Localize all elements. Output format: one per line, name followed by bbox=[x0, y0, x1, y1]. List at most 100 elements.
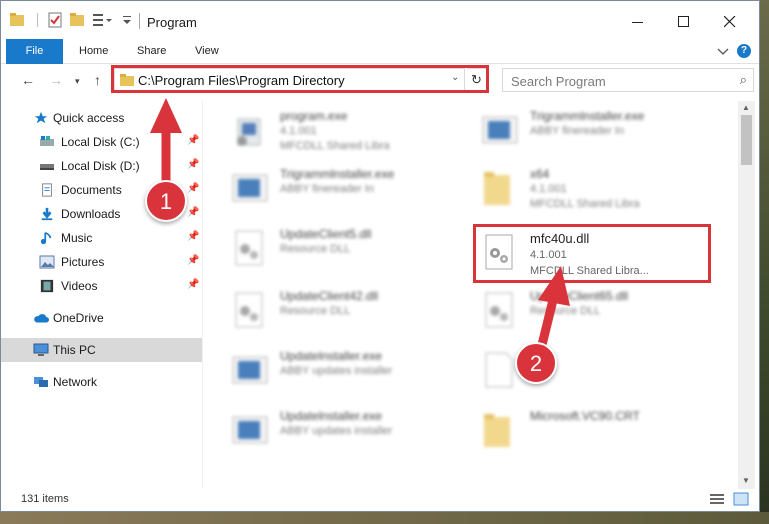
file-item[interactable]: Updatelnstaller.exe ABBY updates install… bbox=[230, 343, 470, 399]
folder-icon[interactable] bbox=[9, 11, 25, 29]
customize-toolbar-icon[interactable] bbox=[121, 11, 133, 29]
sidebar-item-label: Local Disk (C:) bbox=[61, 135, 140, 149]
file-item[interactable]: Trigrammlnstaller.exe ABBY finereader In bbox=[480, 103, 720, 159]
pin-icon[interactable]: 📌 bbox=[187, 255, 199, 266]
installer-icon bbox=[482, 116, 518, 144]
dll-file-icon bbox=[485, 292, 513, 328]
file-name: Trigrammlnstaller.exe bbox=[530, 109, 645, 123]
forward-button[interactable]: → bbox=[49, 72, 63, 88]
sidebar-item-label: Music bbox=[61, 231, 93, 245]
videos-icon bbox=[40, 279, 54, 293]
file-description: MFCDLL Shared Libra bbox=[530, 198, 640, 210]
sidebar-item-network[interactable]: Network bbox=[1, 370, 202, 394]
vertical-scrollbar[interactable]: ▲ ▼ bbox=[738, 101, 755, 489]
sidebar-item-music[interactable]: Music 📌 bbox=[1, 226, 202, 250]
sidebar-item-quick-access[interactable]: Quick access bbox=[1, 106, 202, 130]
download-icon bbox=[41, 207, 53, 221]
file-item[interactable]: Trigrammlnstaller.exe ABBY finereader In bbox=[230, 161, 470, 217]
pin-icon[interactable]: 📌 bbox=[187, 183, 199, 194]
scroll-thumb[interactable] bbox=[741, 115, 752, 165]
file-highlight-box bbox=[473, 224, 711, 283]
sidebar-item-label: Pictures bbox=[61, 255, 105, 269]
details-view-icon[interactable] bbox=[709, 492, 725, 506]
file-name: x64 bbox=[530, 167, 550, 181]
exe-file-icon bbox=[237, 118, 261, 146]
pin-icon[interactable]: 📌 bbox=[187, 279, 199, 290]
tab-home[interactable]: Home bbox=[79, 39, 108, 63]
sidebar-item-pictures[interactable]: Pictures 📌 bbox=[1, 250, 202, 274]
sidebar-item-videos[interactable]: Videos 📌 bbox=[1, 274, 202, 298]
file-name: Updatelnstaller.exe bbox=[280, 349, 383, 363]
navigation-pane: Quick access Local Disk (C:) 📌 Local Dis… bbox=[1, 101, 203, 489]
forward-arrow-icon: → bbox=[49, 72, 63, 88]
installer-icon bbox=[232, 356, 268, 384]
cloud-icon bbox=[34, 314, 49, 323]
expand-ribbon-icon[interactable] bbox=[717, 45, 729, 57]
up-button[interactable]: ↑ bbox=[94, 72, 101, 88]
desktop-background bbox=[760, 0, 769, 524]
minimize-button[interactable] bbox=[615, 7, 661, 37]
file-item[interactable]: UpdateClient42.dll Resource DLL bbox=[230, 283, 470, 339]
status-bar: 131 items bbox=[1, 489, 759, 511]
pin-icon[interactable]: 📌 bbox=[187, 231, 199, 242]
search-box[interactable]: ⌕ bbox=[502, 68, 754, 92]
file-version: Resource DLL bbox=[530, 305, 601, 317]
file-version: ABBY updates installer bbox=[280, 425, 393, 437]
maximize-button[interactable] bbox=[661, 7, 707, 37]
file-name: UpdateClient42.dll bbox=[280, 289, 379, 303]
recent-locations-button[interactable]: ▾ bbox=[75, 76, 80, 87]
close-button[interactable] bbox=[707, 7, 753, 37]
sidebar-item-this-pc[interactable]: This PC bbox=[1, 338, 202, 362]
window-title: Program bbox=[147, 15, 197, 30]
scroll-up-icon[interactable]: ▲ bbox=[742, 103, 750, 112]
pin-icon[interactable]: 📌 bbox=[187, 135, 199, 146]
file-item[interactable]: Microsoft.VC90.CRT bbox=[480, 403, 720, 459]
sidebar-item-label: Quick access bbox=[53, 111, 125, 125]
help-button[interactable]: ? bbox=[737, 44, 751, 58]
file-name: UpdateClient65.dll bbox=[530, 289, 629, 303]
title-bar: Program bbox=[1, 1, 759, 39]
star-icon bbox=[34, 111, 48, 124]
file-item[interactable]: Updatelnstaller.exe ABBY updates install… bbox=[230, 403, 470, 459]
sidebar-item-label: OneDrive bbox=[53, 311, 104, 325]
title-separator bbox=[139, 13, 140, 29]
file-name: Trigrammlnstaller.exe bbox=[280, 167, 395, 181]
sidebar-item-label: Network bbox=[53, 375, 98, 389]
file-item[interactable]: UpdateClient65.dll Resource DLL bbox=[480, 283, 720, 339]
pin-icon[interactable]: 📌 bbox=[187, 207, 199, 218]
sidebar-item-label: Downloads bbox=[61, 207, 121, 221]
music-icon bbox=[40, 231, 52, 245]
pin-icon[interactable]: 📌 bbox=[187, 159, 199, 170]
search-input[interactable] bbox=[509, 70, 723, 92]
computer-icon bbox=[33, 343, 49, 356]
sidebar-item-label: Local Disk (D:) bbox=[61, 159, 140, 173]
address-highlight-box bbox=[111, 65, 489, 93]
new-folder-icon[interactable] bbox=[69, 11, 85, 29]
sidebar-item-onedrive[interactable]: OneDrive bbox=[1, 306, 202, 330]
large-icons-view-icon[interactable] bbox=[733, 492, 749, 506]
file-version: ABBY finereader In bbox=[280, 183, 374, 195]
view-options-icon[interactable] bbox=[91, 11, 113, 29]
separator-icon bbox=[37, 13, 38, 27]
sidebar-item-local-disk-d[interactable]: Local Disk (D:) 📌 bbox=[1, 154, 202, 178]
chevron-down-icon: ▾ bbox=[75, 76, 80, 86]
file-item[interactable]: program.exe 4.1.001 MFCDLL Shared Libra bbox=[230, 103, 470, 159]
tab-view[interactable]: View bbox=[195, 39, 219, 63]
dll-file-icon bbox=[235, 292, 263, 328]
properties-icon[interactable] bbox=[47, 11, 63, 29]
tab-share[interactable]: Share bbox=[137, 39, 166, 63]
sidebar-item-label: Documents bbox=[61, 183, 122, 197]
back-button[interactable]: ← bbox=[21, 72, 35, 88]
close-icon bbox=[724, 16, 736, 28]
sidebar-item-local-disk-c[interactable]: Local Disk (C:) 📌 bbox=[1, 130, 202, 154]
scroll-down-icon[interactable]: ▼ bbox=[742, 476, 750, 485]
callout-badge-2: 2 bbox=[515, 342, 557, 384]
file-item[interactable]: UpdateClient5.dll Resource DLL bbox=[230, 221, 470, 277]
file-version: ABBY finereader In bbox=[530, 125, 624, 137]
pictures-icon bbox=[39, 255, 55, 269]
file-item[interactable]: x64 4.1.001 MFCDLL Shared Libra bbox=[480, 161, 720, 217]
installer-icon bbox=[232, 416, 268, 444]
file-list: program.exe 4.1.001 MFCDLL Shared Libra … bbox=[204, 101, 738, 489]
file-name: Updatelnstaller.exe bbox=[280, 409, 383, 423]
installer-icon bbox=[232, 174, 268, 202]
